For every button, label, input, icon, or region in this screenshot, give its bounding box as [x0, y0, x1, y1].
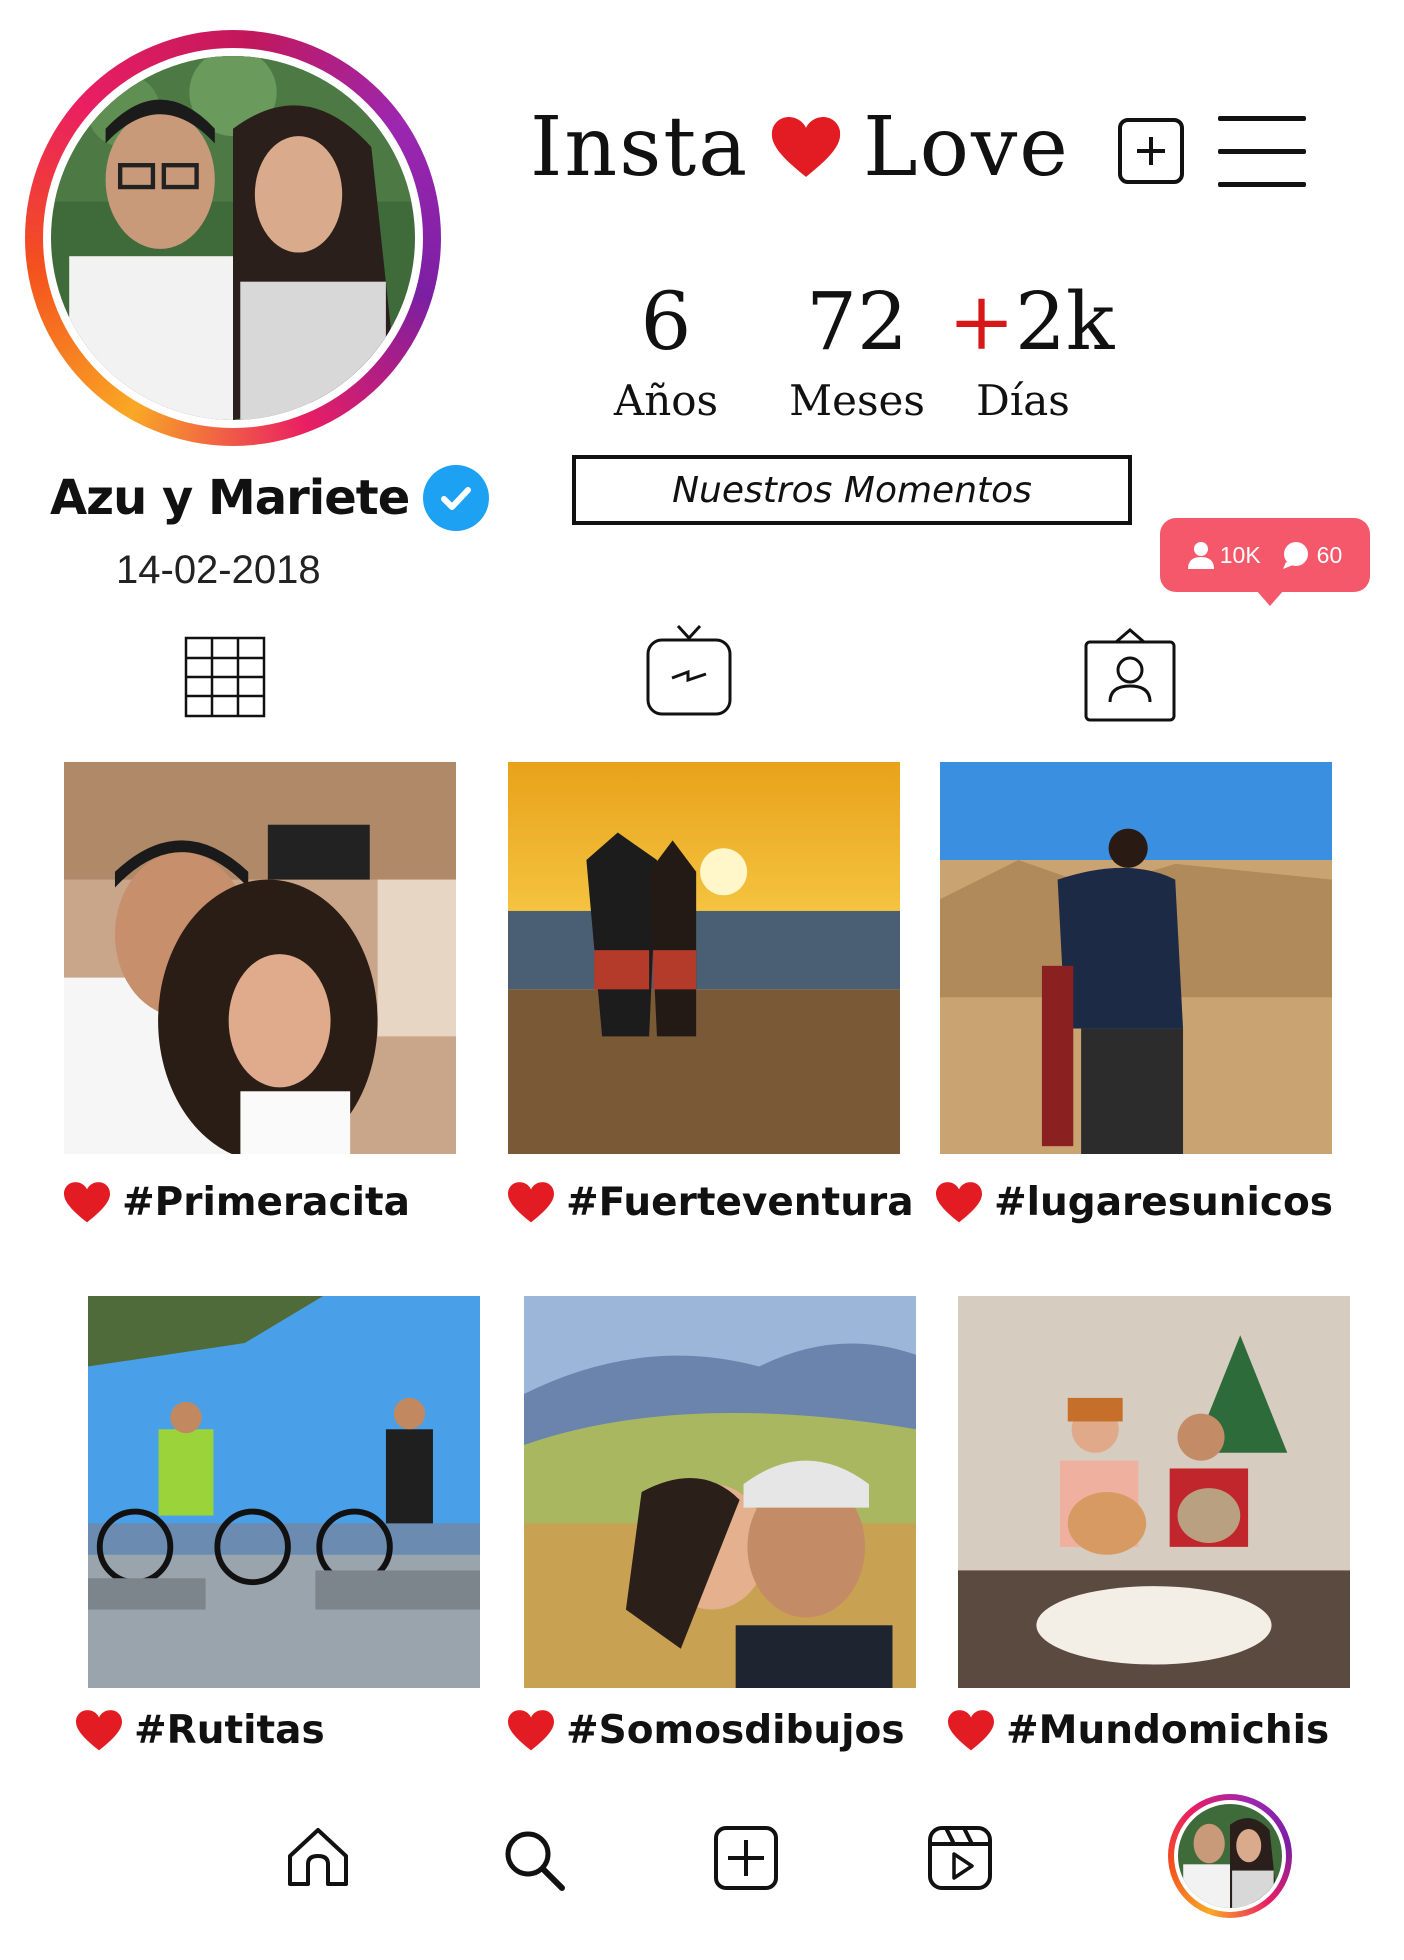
app-title-left: Insta: [530, 100, 750, 195]
igtv-icon[interactable]: [642, 620, 736, 720]
caption-text: #Mundomichis: [1006, 1708, 1330, 1753]
reels-icon[interactable]: [924, 1822, 996, 1894]
moments-button[interactable]: Nuestros Momentos: [572, 455, 1132, 525]
heart-icon: [76, 1710, 122, 1752]
post-fuerteventura[interactable]: [508, 762, 900, 1154]
plus-square-icon[interactable]: [1118, 118, 1184, 184]
stat-months-value: 72: [806, 275, 908, 368]
activity-bubble[interactable]: 10K 60: [1160, 518, 1370, 606]
caption-mundomichis: #Mundomichis: [948, 1708, 1329, 1753]
caption-rutitas: #Rutitas: [76, 1708, 325, 1753]
caption-text: #lugaresunicos: [994, 1180, 1333, 1225]
comments-count: 60: [1316, 541, 1343, 568]
stat-years: 6 Años: [606, 282, 726, 422]
caption-text: #Somosdibujos: [566, 1708, 905, 1753]
search-icon[interactable]: [498, 1824, 570, 1896]
stat-months: 72 Meses: [782, 282, 932, 422]
stat-days-label: Días: [976, 376, 1070, 425]
profile-name: Azu y Mariete: [50, 465, 490, 531]
caption-primeracita: #Primeracita: [64, 1180, 410, 1225]
profile-avatar-icon[interactable]: [1168, 1794, 1292, 1918]
post-primeracita[interactable]: [64, 762, 456, 1154]
stat-years-value: 6: [640, 275, 692, 368]
caption-lugaresunicos: #lugaresunicos: [936, 1180, 1333, 1225]
verified-check-icon: [423, 465, 490, 531]
post-mundomichis[interactable]: [958, 1296, 1350, 1688]
caption-text: #Primeracita: [122, 1180, 410, 1225]
followers-count: 10K: [1219, 541, 1261, 568]
heart-icon: [936, 1182, 982, 1224]
heart-icon: [64, 1182, 110, 1224]
stat-years-label: Años: [613, 376, 719, 425]
caption-somosdibujos: #Somosdibujos: [508, 1708, 905, 1753]
caption-text: #Rutitas: [134, 1708, 325, 1753]
post-rutitas[interactable]: [88, 1296, 480, 1688]
heart-icon: [771, 117, 841, 179]
caption-fuerteventura: #Fuerteventura: [508, 1180, 914, 1225]
stat-months-label: Meses: [789, 376, 925, 425]
app-title: Insta Love: [530, 100, 1070, 195]
profile-avatar[interactable]: [25, 30, 441, 446]
post-lugaresunicos[interactable]: [940, 762, 1332, 1154]
post-somosdibujos[interactable]: [524, 1296, 916, 1688]
heart-icon: [948, 1710, 994, 1752]
stat-days-prefix: +: [948, 275, 1016, 368]
comment-icon: [1282, 542, 1308, 569]
grid-icon[interactable]: [180, 632, 270, 722]
user-icon: [1187, 542, 1214, 569]
tagged-user-icon[interactable]: [1080, 626, 1180, 726]
caption-text: #Fuerteventura: [566, 1180, 914, 1225]
profile-name-text: Azu y Mariete: [50, 470, 410, 526]
home-icon[interactable]: [282, 1820, 354, 1892]
add-post-icon[interactable]: [710, 1822, 782, 1894]
couple-photo: [51, 56, 415, 420]
stat-days: +2k Días: [948, 282, 1114, 425]
hamburger-menu-icon[interactable]: [1218, 116, 1306, 188]
app-title-right: Love: [863, 100, 1070, 195]
anniversary-date: 14-02-2018: [116, 548, 321, 592]
stat-days-value: 2k: [1015, 275, 1115, 368]
heart-icon: [508, 1710, 554, 1752]
heart-icon: [508, 1182, 554, 1224]
